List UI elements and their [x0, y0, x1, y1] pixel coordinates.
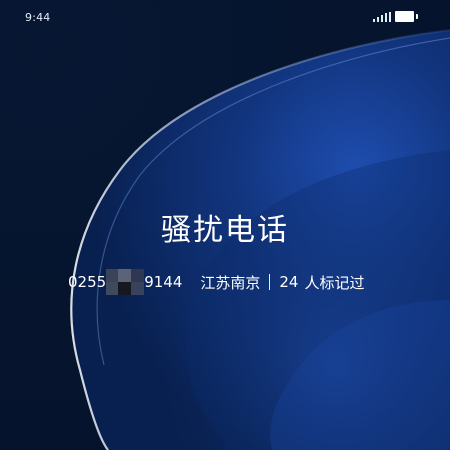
call-label-title: 骚扰电话: [161, 213, 289, 248]
caller-location: 江苏南京: [200, 273, 261, 292]
phone-number-suffix: 9144: [144, 272, 183, 291]
signal-icon: [373, 12, 391, 22]
battery-icon: [395, 11, 419, 22]
phone-number-prefix: 0255: [68, 272, 107, 291]
incoming-call-screen: 9:44 骚扰电话 0255 9144 江苏南京 24 人标记过: [0, 0, 450, 450]
status-bar: 9:44: [0, 0, 450, 34]
phone-number-mask: [106, 269, 145, 295]
status-time: 9:44: [25, 11, 51, 24]
phone-number: 0255 9144: [68, 269, 182, 295]
mark-text: 人标记过: [304, 273, 365, 292]
caller-info-row: 0255 9144 江苏南京 24 人标记过: [68, 269, 365, 295]
mark-count: 24: [279, 273, 299, 291]
info-separator: [269, 274, 271, 290]
